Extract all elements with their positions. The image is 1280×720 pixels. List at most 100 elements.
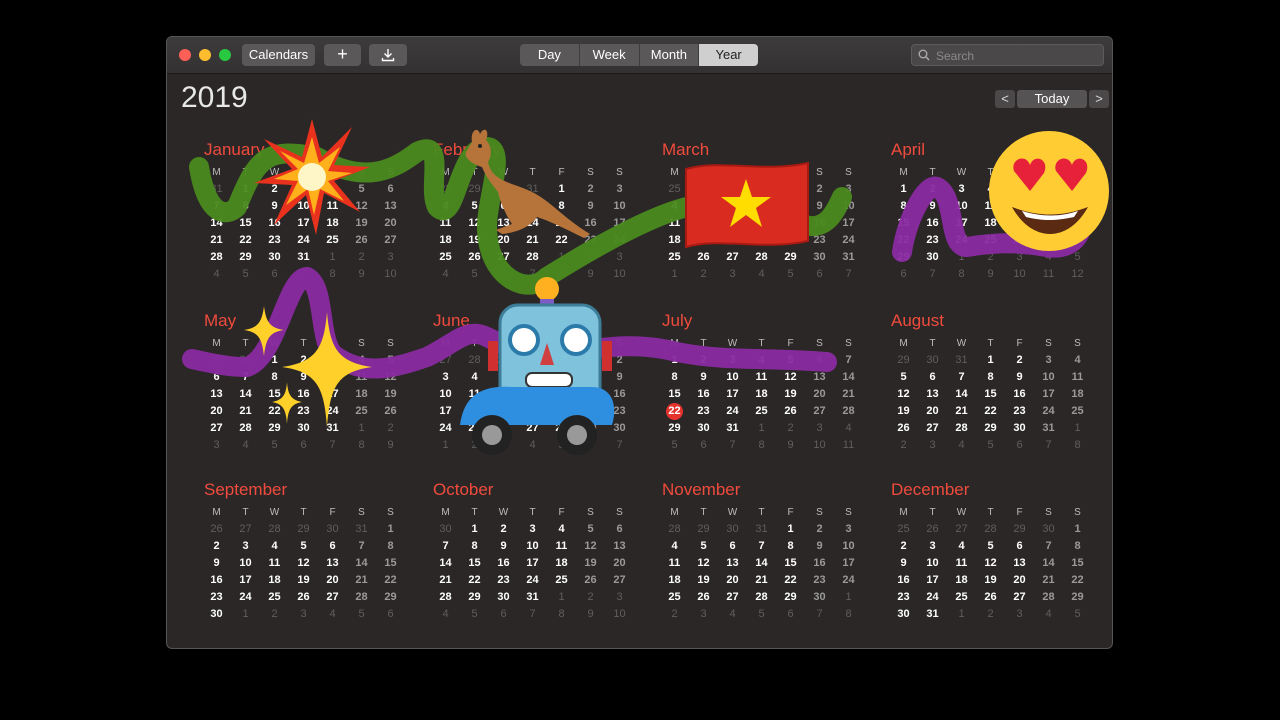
day-cell[interactable]: 4 (747, 266, 776, 283)
day-cell[interactable]: 7 (518, 606, 547, 623)
day-cell[interactable]: 31 (289, 249, 318, 266)
day-cell[interactable]: 26 (976, 589, 1005, 606)
month-july[interactable]: July M T W T F S S 1 2 3 4 5 6 7 8 9 10 11 12 13 14 15 16 17 18 19… (660, 310, 860, 470)
day-cell[interactable]: 16 (489, 555, 518, 572)
day-cell[interactable]: 27 (318, 589, 347, 606)
day-cell[interactable]: 3 (289, 606, 318, 623)
day-cell[interactable]: 2 (776, 420, 805, 437)
day-cell[interactable]: 31 (834, 249, 863, 266)
day-cell[interactable]: 5 (460, 606, 489, 623)
day-cell[interactable]: 29 (1063, 589, 1092, 606)
day-cell[interactable]: 25 (747, 403, 776, 420)
day-cell[interactable]: 7 (431, 538, 460, 555)
day-cell[interactable]: 16 (889, 572, 918, 589)
day-cell[interactable]: 25 (660, 589, 689, 606)
month-name[interactable]: August (889, 310, 1089, 332)
day-cell[interactable]: 13 (718, 555, 747, 572)
day-cell[interactable]: 18 (660, 572, 689, 589)
day-cell[interactable]: 8 (660, 369, 689, 386)
day-cell[interactable]: 3 (605, 589, 634, 606)
day-cell[interactable]: 25 (947, 589, 976, 606)
day-cell[interactable]: 27 (805, 403, 834, 420)
day-cell[interactable]: 3 (947, 181, 976, 198)
day-cell[interactable]: 24 (518, 572, 547, 589)
day-cell[interactable]: 1 (947, 249, 976, 266)
day-cell[interactable]: 29 (889, 249, 918, 266)
day-cell[interactable]: 6 (202, 369, 231, 386)
day-cell[interactable]: 27 (918, 420, 947, 437)
day-cell[interactable]: 30 (718, 521, 747, 538)
day-cell[interactable]: 17 (947, 215, 976, 232)
day-cell[interactable]: 30 (318, 521, 347, 538)
day-cell[interactable]: 28 (1034, 589, 1063, 606)
day-cell[interactable]: 22 (776, 572, 805, 589)
day-cell[interactable]: 17 (605, 215, 634, 232)
day-cell[interactable]: 8 (547, 606, 576, 623)
day-cell[interactable]: 19 (976, 572, 1005, 589)
day-cell[interactable]: 6 (318, 538, 347, 555)
day-cell[interactable]: 7 (747, 538, 776, 555)
view-day-tab[interactable]: Day (520, 44, 580, 66)
day-cell[interactable]: 25 (1063, 403, 1092, 420)
day-cell[interactable]: 5 (776, 352, 805, 369)
day-cell[interactable]: 2 (347, 249, 376, 266)
day-cell[interactable]: 15 (460, 555, 489, 572)
day-cell[interactable]: 2 (889, 437, 918, 454)
month-december[interactable]: December M T W T F S S 25 26 27 28 29 30 1 2 3 4 5 6 7 8 9 10 11… (889, 479, 1089, 639)
day-cell[interactable]: 7 (1034, 437, 1063, 454)
day-cell[interactable]: 6 (689, 437, 718, 454)
day-cell[interactable]: 10 (1005, 266, 1034, 283)
day-cell[interactable]: 14 (202, 215, 231, 232)
day-cell[interactable]: 3 (834, 181, 863, 198)
day-cell[interactable]: 5 (576, 521, 605, 538)
day-cell[interactable]: 22 (376, 572, 405, 589)
day-cell[interactable]: 6 (376, 606, 405, 623)
day-cell[interactable]: 3 (918, 437, 947, 454)
day-cell[interactable]: 31 (947, 352, 976, 369)
day-cell[interactable]: 2 (489, 521, 518, 538)
day-cell[interactable]: 11 (834, 437, 863, 454)
day-cell[interactable]: 4 (260, 538, 289, 555)
day-cell[interactable]: 13 (918, 386, 947, 403)
day-cell[interactable]: 4 (547, 521, 576, 538)
day-cell[interactable]: 25 (431, 249, 460, 266)
day-cell[interactable]: 2 (660, 606, 689, 623)
day-cell[interactable]: 17 (231, 572, 260, 589)
day-cell[interactable]: 10 (805, 437, 834, 454)
day-cell[interactable]: 1 (747, 420, 776, 437)
day-cell[interactable]: 2 (576, 589, 605, 606)
day-cell[interactable]: 17 (1034, 386, 1063, 403)
day-cell[interactable]: 21 (1034, 572, 1063, 589)
day-cell[interactable]: 15 (976, 386, 1005, 403)
day-cell[interactable]: 28 (347, 589, 376, 606)
day-cell[interactable]: 9 (347, 266, 376, 283)
day-cell[interactable]: 11 (1063, 369, 1092, 386)
day-cell[interactable]: 3 (1034, 352, 1063, 369)
day-cell[interactable]: 23 (805, 572, 834, 589)
day-cell[interactable]: 26 (776, 403, 805, 420)
day-cell[interactable]: 1 (660, 352, 689, 369)
day-cell[interactable]: 13 (318, 555, 347, 572)
day-cell[interactable]: 2 (918, 181, 947, 198)
day-cell[interactable]: 17 (518, 555, 547, 572)
day-cell[interactable]: 4 (1063, 352, 1092, 369)
day-cell[interactable]: 11 (660, 555, 689, 572)
day-cell[interactable]: 7 (718, 437, 747, 454)
day-cell[interactable]: 18 (1063, 386, 1092, 403)
day-cell[interactable]: 3 (518, 521, 547, 538)
day-cell[interactable]: 3 (1005, 606, 1034, 623)
day-cell[interactable]: 26 (202, 521, 231, 538)
day-cell[interactable]: 31 (1034, 420, 1063, 437)
day-cell[interactable]: 6 (1005, 538, 1034, 555)
add-event-button[interactable]: + (324, 44, 361, 66)
day-cell[interactable]: 8 (976, 369, 1005, 386)
today-button[interactable]: Today (1017, 90, 1087, 108)
day-cell[interactable]: 6 (776, 606, 805, 623)
day-cell[interactable]: 20 (202, 403, 231, 420)
day-cell[interactable]: 26 (689, 589, 718, 606)
day-cell[interactable]: 29 (776, 589, 805, 606)
day-cell[interactable]: 8 (1063, 437, 1092, 454)
day-cell[interactable]: 1 (776, 521, 805, 538)
minimize-window-button[interactable] (199, 49, 211, 61)
day-cell[interactable]: 5 (347, 606, 376, 623)
